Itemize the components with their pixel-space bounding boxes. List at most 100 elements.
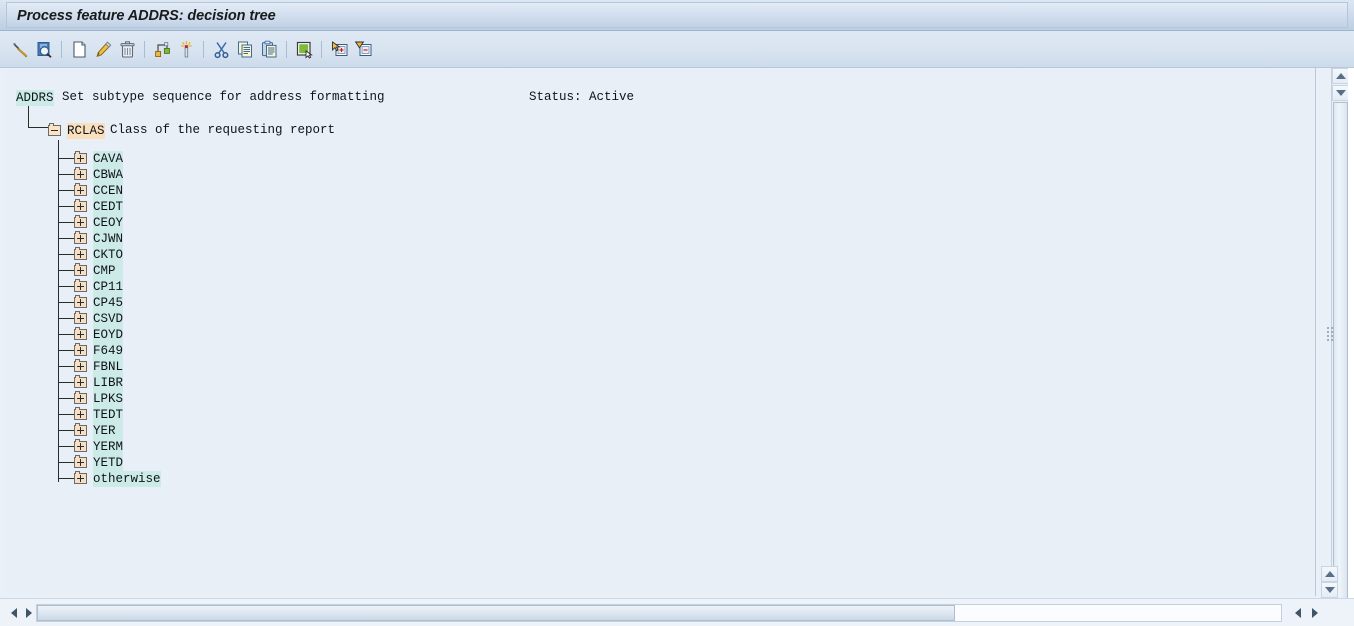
tree-node[interactable]: F649: [5, 342, 1315, 359]
magic-wand-icon[interactable]: [174, 36, 198, 62]
folder-tab: [75, 407, 80, 410]
root-field-code[interactable]: RCLAS: [67, 123, 105, 139]
vertical-scroll-thumb[interactable]: [1333, 102, 1348, 618]
expand-node-icon[interactable]: [74, 279, 87, 292]
expand-node-icon[interactable]: [74, 471, 87, 484]
tree-node[interactable]: CSVD: [5, 310, 1315, 327]
scroll-left-page-button[interactable]: [21, 605, 36, 621]
tree-node-label[interactable]: CP11: [93, 279, 124, 295]
tree-node-label[interactable]: CEOY: [93, 215, 124, 231]
tree-node[interactable]: LIBR: [5, 374, 1315, 391]
expand-node-icon[interactable]: [74, 439, 87, 452]
expand-node-icon[interactable]: [74, 183, 87, 196]
scissors-cut-icon[interactable]: [209, 36, 233, 62]
chevron-right-icon: [1311, 608, 1318, 618]
horizontal-scroll-track[interactable]: [36, 604, 1282, 622]
scroll-down-button-bottom[interactable]: [1321, 582, 1338, 598]
tree-node[interactable]: CP45: [5, 294, 1315, 311]
expand-node-icon[interactable]: [74, 247, 87, 260]
paste-clipboard-icon[interactable]: [257, 36, 281, 62]
scroll-up-button-bottom[interactable]: [1321, 566, 1338, 582]
collapse-node-icon[interactable]: [48, 123, 61, 136]
display-find-icon[interactable]: [32, 36, 56, 62]
node-structure-icon[interactable]: [150, 36, 174, 62]
tree-node[interactable]: CMP: [5, 262, 1315, 279]
tree-node[interactable]: CEOY: [5, 214, 1315, 231]
expand-node-icon[interactable]: [74, 151, 87, 164]
scroll-up-button[interactable]: [1332, 68, 1349, 84]
folder-tab: [75, 231, 80, 234]
tree-node[interactable]: FBNL: [5, 358, 1315, 375]
decision-tree[interactable]: ADDRS Set subtype sequence for address f…: [5, 68, 1315, 596]
expand-node-icon[interactable]: [74, 199, 87, 212]
tree-node[interactable]: CEDT: [5, 198, 1315, 215]
tree-node-label[interactable]: CCEN: [93, 183, 124, 199]
tree-line: [58, 382, 74, 383]
tree-node-label[interactable]: CAVA: [93, 151, 124, 167]
expand-subtree-icon[interactable]: [327, 36, 351, 62]
tree-node-label[interactable]: LIBR: [93, 375, 124, 391]
tree-node-label[interactable]: TEDT: [93, 407, 124, 423]
tree-line: [58, 414, 74, 415]
tree-node-label[interactable]: CJWN: [93, 231, 124, 247]
check-icon[interactable]: [8, 36, 32, 62]
save-export-icon[interactable]: [292, 36, 316, 62]
tree-node-label[interactable]: YETD: [93, 455, 124, 471]
expand-node-icon[interactable]: [74, 343, 87, 356]
tree-node[interactable]: CAVA: [5, 150, 1315, 167]
tree-node[interactable]: EOYD: [5, 326, 1315, 343]
expand-node-icon[interactable]: [74, 359, 87, 372]
tree-node[interactable]: CBWA: [5, 166, 1315, 183]
horizontal-scrollbar[interactable]: [0, 598, 1354, 626]
folder-tab: [75, 167, 80, 170]
expand-node-icon[interactable]: [74, 215, 87, 228]
delete-trash-icon[interactable]: [115, 36, 139, 62]
tree-node[interactable]: YETD: [5, 454, 1315, 471]
tree-node-label[interactable]: FBNL: [93, 359, 124, 375]
expand-node-icon[interactable]: [74, 311, 87, 324]
expand-node-icon[interactable]: [74, 455, 87, 468]
tree-node[interactable]: CJWN: [5, 230, 1315, 247]
tree-node[interactable]: YER: [5, 422, 1315, 439]
expand-node-icon[interactable]: [74, 391, 87, 404]
scroll-right-page-button[interactable]: [1290, 605, 1305, 621]
expand-node-icon[interactable]: [74, 263, 87, 276]
tree-node-label[interactable]: LPKS: [93, 391, 124, 407]
tree-node-label[interactable]: CP45: [93, 295, 124, 311]
expand-node-icon[interactable]: [74, 295, 87, 308]
new-document-icon[interactable]: [67, 36, 91, 62]
tree-node[interactable]: LPKS: [5, 390, 1315, 407]
content-area: ADDRS Set subtype sequence for address f…: [0, 68, 1354, 598]
expand-node-icon[interactable]: [74, 423, 87, 436]
tree-node-label[interactable]: CEDT: [93, 199, 124, 215]
tree-node-label[interactable]: EOYD: [93, 327, 124, 343]
horizontal-scroll-thumb[interactable]: [37, 605, 955, 621]
scroll-left-button[interactable]: [6, 605, 21, 621]
expand-node-icon[interactable]: [74, 231, 87, 244]
scroll-right-button[interactable]: [1307, 605, 1322, 621]
expand-node-icon[interactable]: [74, 407, 87, 420]
tree-node-label[interactable]: YER: [93, 423, 124, 439]
tree-node[interactable]: CCEN: [5, 182, 1315, 199]
expand-node-icon[interactable]: [74, 327, 87, 340]
tree-node-label[interactable]: CSVD: [93, 311, 124, 327]
tree-node-label[interactable]: CBWA: [93, 167, 124, 183]
tree-node-label[interactable]: CMP: [93, 263, 124, 279]
feature-code[interactable]: ADDRS: [16, 90, 54, 106]
panel-resize-grip[interactable]: [1327, 327, 1334, 343]
tree-node[interactable]: CP11: [5, 278, 1315, 295]
tree-node[interactable]: otherwise: [5, 470, 1315, 487]
collapse-subtree-icon[interactable]: [351, 36, 375, 62]
tree-node[interactable]: TEDT: [5, 406, 1315, 423]
scroll-down-button[interactable]: [1332, 85, 1349, 101]
tree-node[interactable]: CKTO: [5, 246, 1315, 263]
copy-icon[interactable]: [233, 36, 257, 62]
tree-node-label[interactable]: CKTO: [93, 247, 124, 263]
edit-pencil-icon[interactable]: [91, 36, 115, 62]
tree-node-label[interactable]: otherwise: [93, 471, 161, 487]
expand-node-icon[interactable]: [74, 167, 87, 180]
expand-node-icon[interactable]: [74, 375, 87, 388]
tree-node[interactable]: YERM: [5, 438, 1315, 455]
tree-node-label[interactable]: F649: [93, 343, 124, 359]
tree-node-label[interactable]: YERM: [93, 439, 124, 455]
